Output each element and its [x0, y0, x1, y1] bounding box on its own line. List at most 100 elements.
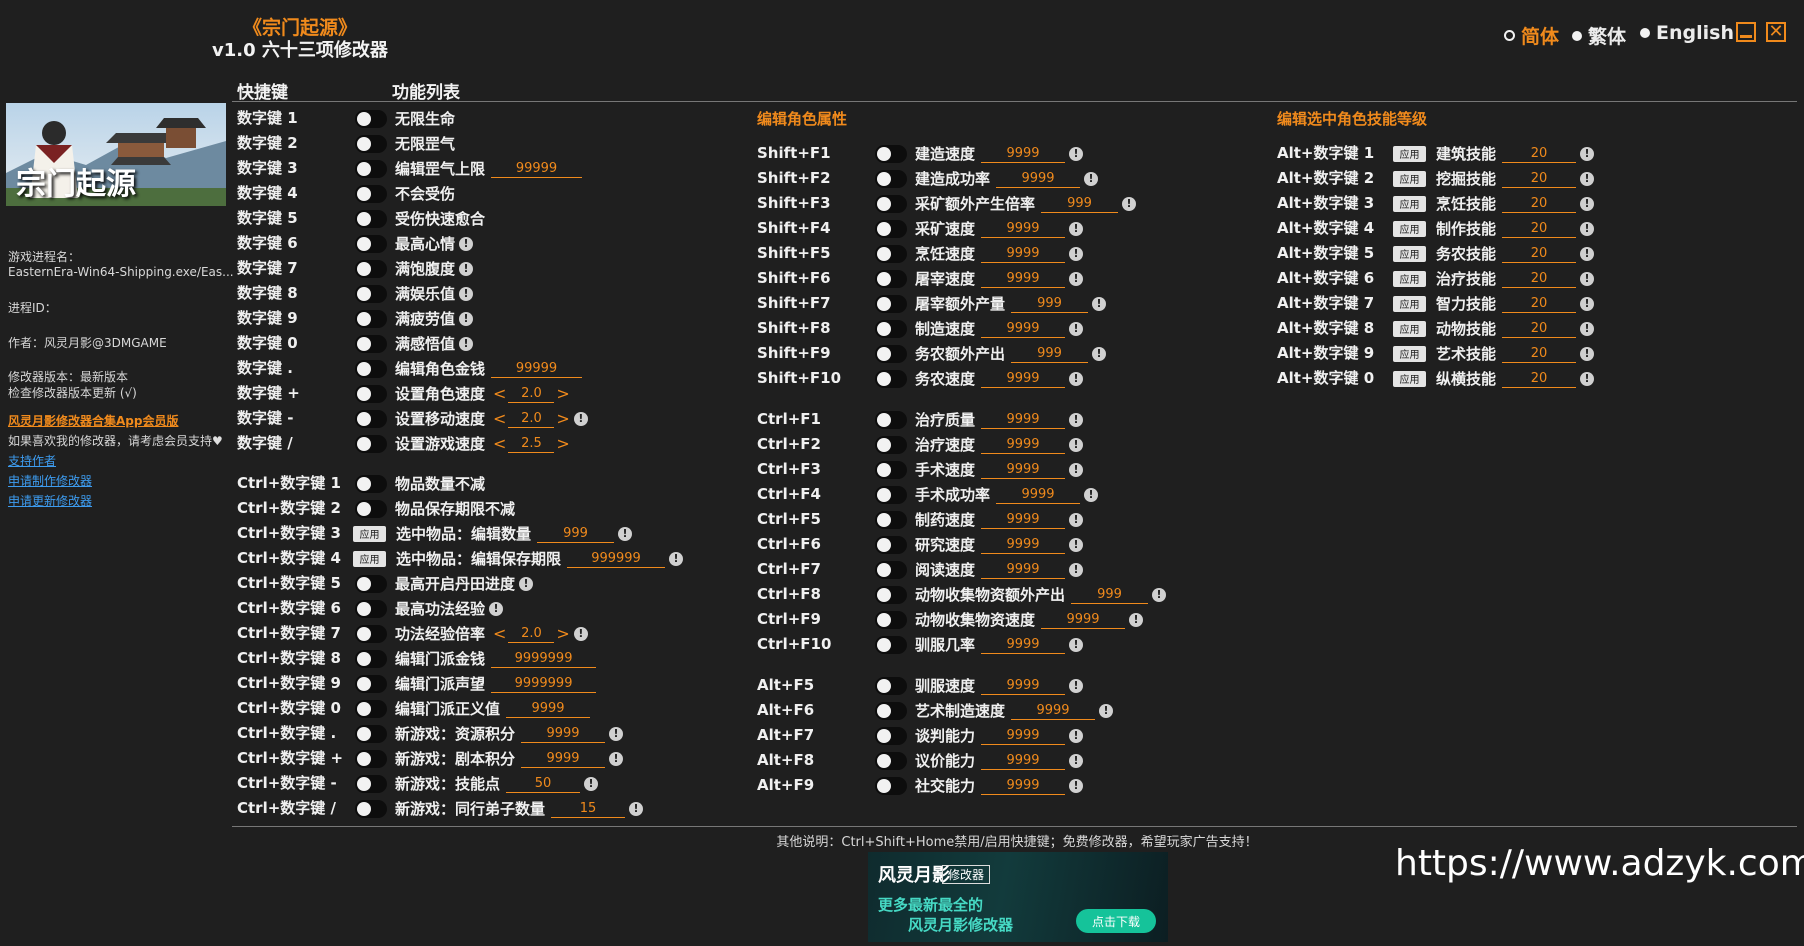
value-input[interactable]: 9999	[506, 700, 591, 718]
value-input[interactable]: 999	[1011, 345, 1089, 363]
value-input[interactable]: 99999	[491, 160, 583, 178]
toggle-switch[interactable]	[355, 109, 387, 128]
toggle-switch[interactable]	[355, 184, 387, 203]
toggle-switch[interactable]	[355, 724, 387, 743]
toggle-switch[interactable]	[875, 244, 907, 263]
value-input[interactable]: 9999	[521, 725, 606, 743]
toggle-switch[interactable]	[875, 269, 907, 288]
value-input[interactable]: 20	[1502, 320, 1577, 338]
value-input[interactable]: 9999	[1011, 702, 1096, 720]
apply-button[interactable]: 应用	[1393, 145, 1426, 162]
lang-english[interactable]: English	[1640, 22, 1734, 44]
apply-button[interactable]: 应用	[1393, 370, 1426, 387]
apply-button[interactable]: 应用	[1393, 270, 1426, 287]
value-input[interactable]: 9999999	[491, 675, 597, 693]
toggle-switch[interactable]	[355, 674, 387, 693]
toggle-switch[interactable]	[875, 194, 907, 213]
vip-app-link[interactable]: 风灵月影修改器合集App会员版	[8, 412, 178, 429]
toggle-switch[interactable]	[355, 334, 387, 353]
toggle-switch[interactable]	[875, 319, 907, 338]
toggle-switch[interactable]	[355, 434, 387, 453]
value-stepper[interactable]: <2.0 >	[493, 384, 570, 403]
arrow-right-icon[interactable]: >	[556, 409, 569, 428]
apply-button[interactable]: 应用	[1393, 345, 1426, 362]
toggle-switch[interactable]	[355, 599, 387, 618]
toggle-switch[interactable]	[355, 699, 387, 718]
toggle-switch[interactable]	[355, 359, 387, 378]
toggle-switch[interactable]	[355, 309, 387, 328]
toggle-switch[interactable]	[875, 369, 907, 388]
value-input[interactable]: 9999	[521, 750, 606, 768]
toggle-switch[interactable]	[355, 799, 387, 818]
value-input[interactable]: 9999	[981, 270, 1066, 288]
value-input[interactable]: 50	[506, 775, 581, 793]
value-input[interactable]: 9999	[981, 636, 1066, 654]
toggle-switch[interactable]	[875, 560, 907, 579]
value-input[interactable]: 20	[1502, 295, 1577, 313]
toggle-switch[interactable]	[875, 585, 907, 604]
toggle-switch[interactable]	[875, 410, 907, 429]
ad-download-button[interactable]: 点击下载	[1076, 909, 1156, 933]
arrow-left-icon[interactable]: <	[493, 624, 506, 643]
apply-button[interactable]: 应用	[1393, 295, 1426, 312]
minimize-icon[interactable]	[1736, 22, 1756, 42]
toggle-switch[interactable]	[355, 474, 387, 493]
toggle-switch[interactable]	[875, 701, 907, 720]
toggle-switch[interactable]	[875, 219, 907, 238]
toggle-switch[interactable]	[875, 460, 907, 479]
value-input[interactable]: 20	[1502, 370, 1577, 388]
value-input[interactable]: 20	[1502, 170, 1577, 188]
value-input[interactable]: 9999	[996, 170, 1081, 188]
value-input[interactable]: 999	[1071, 586, 1149, 604]
lang-traditional[interactable]: 繁体	[1572, 22, 1626, 49]
toggle-switch[interactable]	[875, 726, 907, 745]
toggle-switch[interactable]	[355, 284, 387, 303]
arrow-left-icon[interactable]: <	[493, 384, 506, 403]
toggle-switch[interactable]	[355, 499, 387, 518]
arrow-right-icon[interactable]: >	[556, 384, 569, 403]
value-input[interactable]: 999999	[567, 550, 666, 568]
value-input[interactable]: 9999	[1041, 611, 1126, 629]
value-input[interactable]: 9999	[981, 727, 1066, 745]
toggle-switch[interactable]	[875, 635, 907, 654]
value-input[interactable]: 999	[1011, 295, 1089, 313]
toggle-switch[interactable]	[875, 435, 907, 454]
value-input[interactable]: 9999	[981, 777, 1066, 795]
toggle-switch[interactable]	[875, 776, 907, 795]
value-input[interactable]: 20	[1502, 345, 1577, 363]
value-input[interactable]: 15	[551, 800, 626, 818]
value-input[interactable]: 99999	[491, 360, 583, 378]
value-input[interactable]: 9999	[981, 536, 1066, 554]
toggle-switch[interactable]	[875, 535, 907, 554]
value-input[interactable]: 9999999	[491, 650, 597, 668]
request-update-trainer-link[interactable]: 申请更新修改器	[8, 492, 92, 509]
toggle-switch[interactable]	[355, 134, 387, 153]
apply-button[interactable]: 应用	[1393, 170, 1426, 187]
apply-button[interactable]: 应用	[1393, 245, 1426, 262]
value-input[interactable]: 9999	[981, 677, 1066, 695]
arrow-left-icon[interactable]: <	[493, 409, 506, 428]
stepper-value[interactable]: 2.0	[508, 385, 555, 403]
toggle-switch[interactable]	[875, 751, 907, 770]
value-input[interactable]: 9999	[981, 145, 1066, 163]
apply-button[interactable]: 应用	[1393, 220, 1426, 237]
arrow-right-icon[interactable]: >	[556, 434, 569, 453]
value-input[interactable]: 20	[1502, 145, 1577, 163]
value-input[interactable]: 9999	[996, 486, 1081, 504]
close-icon[interactable]: ✕	[1766, 22, 1786, 42]
value-stepper[interactable]: <2.0 >	[493, 409, 570, 428]
support-author-link[interactable]: 支持作者	[8, 452, 56, 469]
value-input[interactable]: 20	[1502, 220, 1577, 238]
value-input[interactable]: 9999	[981, 411, 1066, 429]
value-input[interactable]: 9999	[981, 752, 1066, 770]
toggle-switch[interactable]	[875, 485, 907, 504]
apply-button[interactable]: 应用	[1393, 320, 1426, 337]
toggle-switch[interactable]	[875, 676, 907, 695]
value-input[interactable]: 9999	[981, 436, 1066, 454]
toggle-switch[interactable]	[355, 774, 387, 793]
toggle-switch[interactable]	[355, 574, 387, 593]
apply-button[interactable]: 应用	[1393, 195, 1426, 212]
arrow-left-icon[interactable]: <	[493, 434, 506, 453]
value-input[interactable]: 9999	[981, 461, 1066, 479]
apply-button[interactable]: 应用	[353, 525, 386, 542]
